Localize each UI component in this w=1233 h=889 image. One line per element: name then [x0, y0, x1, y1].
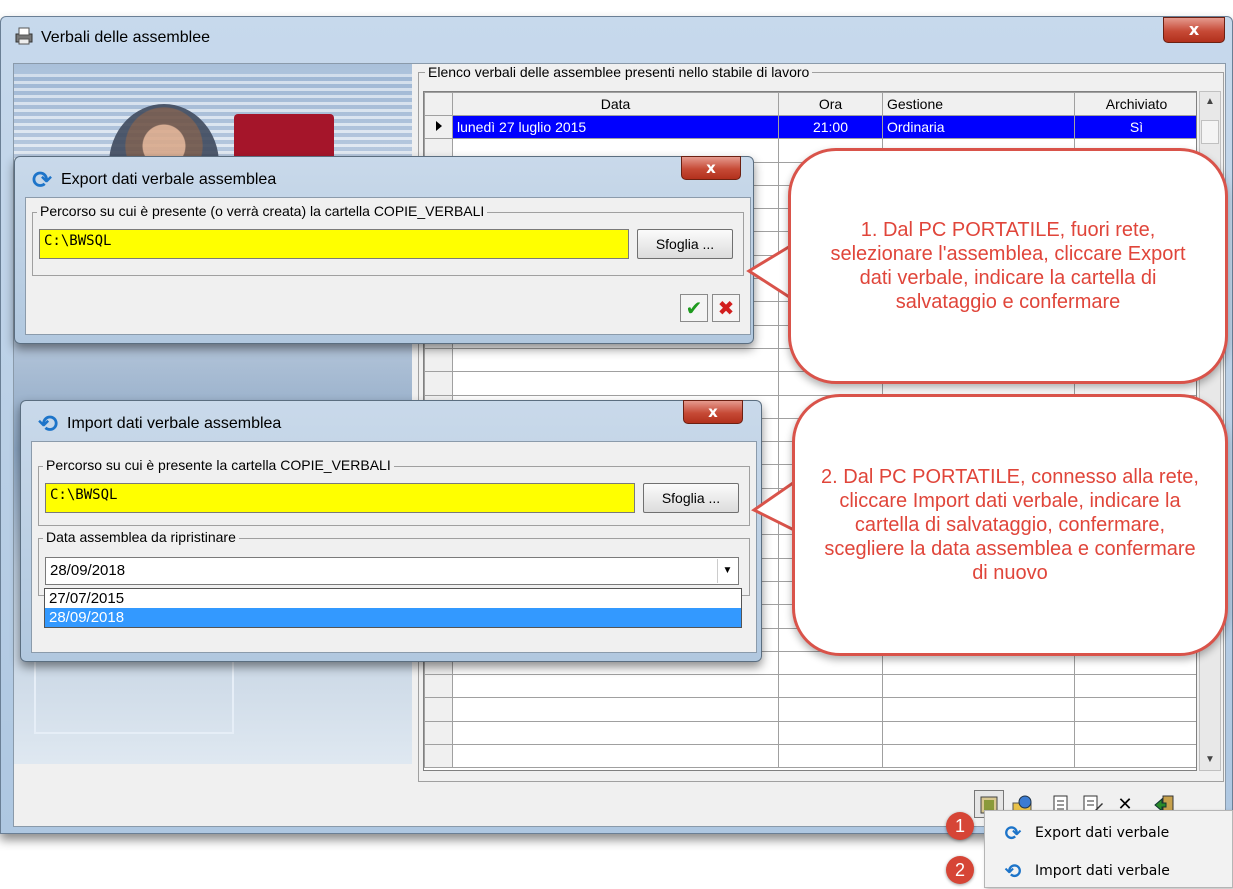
- grid-cell[interactable]: [778, 674, 883, 699]
- window-title: Verbali delle assemblee: [41, 29, 210, 46]
- grid-cell[interactable]: [882, 697, 1075, 722]
- row-selector[interactable]: [424, 744, 453, 769]
- scroll-up-icon[interactable]: ▲: [1200, 92, 1220, 112]
- col-header-gestione[interactable]: Gestione: [882, 92, 1075, 116]
- date-select[interactable]: 28/09/2018 ▼: [45, 557, 739, 585]
- import-path-fieldset: Percorso su cui è presente la cartella C…: [38, 457, 750, 526]
- menu-item-import[interactable]: ⟲ Import dati verbale: [985, 853, 1233, 889]
- badge-step-1: 1: [946, 812, 974, 840]
- grid-cell[interactable]: [882, 744, 1075, 769]
- date-option-selected[interactable]: 28/09/2018: [45, 608, 741, 627]
- grid-cell[interactable]: [452, 347, 779, 373]
- scroll-thumb[interactable]: [1201, 120, 1219, 144]
- close-icon: x: [708, 403, 718, 421]
- grid-cell[interactable]: [882, 674, 1075, 699]
- grid-cell[interactable]: [1074, 720, 1196, 746]
- row-selector[interactable]: [424, 371, 453, 396]
- export-close-button[interactable]: x: [681, 156, 741, 180]
- cancel-x-icon: ✖: [717, 296, 735, 320]
- cell-gestione[interactable]: Ordinaria: [882, 114, 1075, 140]
- table-row-empty[interactable]: [424, 674, 1196, 699]
- table-row-empty[interactable]: [424, 697, 1196, 722]
- refresh-icon: ⟳: [31, 166, 53, 194]
- grid-cell[interactable]: [1074, 744, 1196, 769]
- grid-cell[interactable]: [1074, 674, 1196, 699]
- import-dialog-title: Import dati verbale assemblea: [67, 415, 282, 432]
- context-menu: ⟳ Export dati verbale ⟲ Import dati verb…: [984, 810, 1233, 888]
- row-selector[interactable]: [424, 114, 453, 140]
- export-confirm-button[interactable]: ✔: [680, 294, 708, 322]
- grid-cell[interactable]: [778, 720, 883, 746]
- check-icon: ✔: [685, 296, 703, 320]
- scroll-down-icon[interactable]: ▼: [1200, 750, 1220, 770]
- close-icon: x: [706, 159, 716, 177]
- chevron-down-icon[interactable]: ▼: [717, 559, 737, 583]
- callout-export: 1. Dal PC PORTATILE, fuori rete, selezio…: [788, 148, 1228, 384]
- grid-cell[interactable]: [452, 697, 779, 722]
- badge-step-2: 2: [946, 856, 974, 884]
- row-pointer-icon: [435, 121, 442, 132]
- group-legend: Elenco verbali delle assemblee presenti …: [425, 64, 813, 80]
- menu-item-import-label: Import dati verbale: [1035, 863, 1170, 879]
- grid-cell[interactable]: [452, 371, 779, 396]
- close-button[interactable]: x: [1163, 17, 1225, 43]
- callout-import: 2. Dal PC PORTATILE, connesso alla rete,…: [792, 394, 1228, 656]
- table-row[interactable]: lunedì 27 luglio 2015 21:00 Ordinaria Sì: [424, 114, 1196, 140]
- row-selector[interactable]: [424, 347, 453, 373]
- undo-icon: ⟲: [1004, 859, 1022, 883]
- row-selector[interactable]: [424, 720, 453, 746]
- export-dialog-title: Export dati verbale assemblea: [61, 171, 277, 188]
- grid-header-row: Data Ora Gestione Archiviato: [424, 92, 1196, 116]
- grid-cell[interactable]: [778, 744, 883, 769]
- import-dialog-body: Percorso su cui è presente la cartella C…: [31, 441, 757, 653]
- col-header-ora[interactable]: Ora: [778, 92, 883, 116]
- close-icon: x: [1188, 20, 1200, 39]
- date-option[interactable]: 27/07/2015: [45, 589, 741, 608]
- cell-data[interactable]: lunedì 27 luglio 2015: [452, 114, 779, 140]
- export-path-legend: Percorso su cui è presente (o verrà crea…: [37, 203, 488, 219]
- export-dialog-body: Percorso su cui è presente (o verrà crea…: [25, 197, 751, 335]
- import-path-input[interactable]: C:\BWSQL: [45, 483, 635, 513]
- col-header-archiviato[interactable]: Archiviato: [1074, 92, 1196, 116]
- export-dialog: ⟳ Export dati verbale assemblea x Percor…: [14, 156, 754, 344]
- refresh-icon: ⟳: [1004, 821, 1022, 845]
- date-dropdown-list[interactable]: 27/07/2015 28/09/2018: [44, 588, 742, 628]
- menu-item-export-label: Export dati verbale: [1035, 825, 1170, 841]
- table-row-empty[interactable]: [424, 744, 1196, 769]
- grid-cell[interactable]: [778, 697, 883, 722]
- row-header-corner: [424, 92, 453, 116]
- export-path-fieldset: Percorso su cui è presente (o verrà crea…: [32, 203, 744, 276]
- main-titlebar[interactable]: Verbali delle assemblee: [1, 17, 1232, 59]
- import-browse-button[interactable]: Sfoglia ...: [643, 483, 739, 513]
- import-close-button[interactable]: x: [683, 400, 743, 424]
- date-select-value: 28/09/2018: [50, 562, 126, 579]
- export-path-input[interactable]: C:\BWSQL: [39, 229, 629, 259]
- table-row-empty[interactable]: [424, 720, 1196, 746]
- col-header-data[interactable]: Data: [452, 92, 779, 116]
- import-path-legend: Percorso su cui è presente la cartella C…: [43, 457, 394, 473]
- printer-icon: [15, 27, 33, 45]
- import-date-legend: Data assemblea da ripristinare: [43, 529, 239, 545]
- grid-cell[interactable]: [452, 744, 779, 769]
- grid-cell[interactable]: [882, 720, 1075, 746]
- row-selector[interactable]: [424, 674, 453, 699]
- grid-cell[interactable]: [1074, 697, 1196, 722]
- grid-cell[interactable]: [452, 720, 779, 746]
- cell-archiviato[interactable]: Sì: [1074, 114, 1196, 140]
- export-cancel-button[interactable]: ✖: [712, 294, 740, 322]
- undo-icon: ⟲: [37, 410, 59, 438]
- import-dialog: ⟲ Import dati verbale assemblea x Percor…: [20, 400, 762, 662]
- image-frame: [34, 654, 234, 734]
- grid-cell[interactable]: [452, 674, 779, 699]
- cell-ora[interactable]: 21:00: [778, 114, 883, 140]
- row-selector[interactable]: [424, 697, 453, 722]
- export-browse-button[interactable]: Sfoglia ...: [637, 229, 733, 259]
- menu-item-export[interactable]: ⟳ Export dati verbale: [985, 815, 1233, 851]
